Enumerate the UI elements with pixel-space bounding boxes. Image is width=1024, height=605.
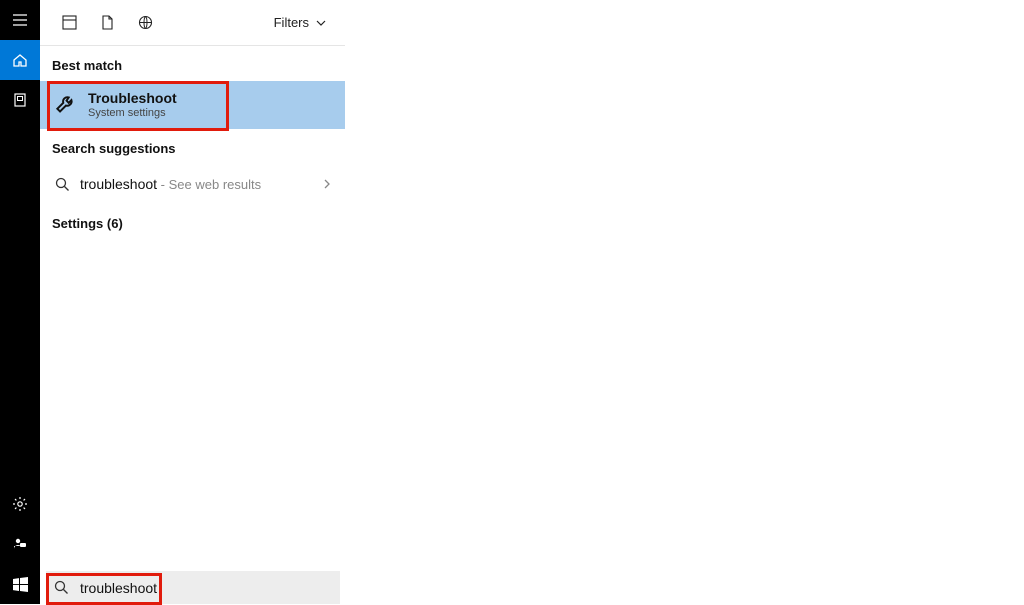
best-match-heading: Best match <box>40 46 345 81</box>
web-suggestion-row[interactable]: troubleshoot - See web results <box>40 164 345 204</box>
feedback-button[interactable] <box>0 524 40 564</box>
suggestion-tail: - See web results <box>157 177 261 192</box>
apps-filter-button[interactable] <box>50 3 88 43</box>
hamburger-icon <box>12 12 28 28</box>
document-icon <box>100 15 115 30</box>
documents-filter-button[interactable] <box>88 3 126 43</box>
cortana-left-rail <box>0 0 40 604</box>
wrench-icon <box>52 91 80 119</box>
settings-heading: Settings (6) <box>40 204 345 239</box>
windows-logo-icon <box>13 577 28 592</box>
search-suggestions-heading: Search suggestions <box>40 129 345 164</box>
apps-icon <box>62 15 77 30</box>
gear-icon <box>12 496 28 512</box>
person-chat-icon <box>12 536 28 552</box>
best-match-title: Troubleshoot <box>88 90 177 107</box>
best-match-troubleshoot[interactable]: Troubleshoot System settings <box>40 81 345 129</box>
search-icon <box>52 177 72 192</box>
panel-header: Filters <box>40 0 345 46</box>
search-input[interactable] <box>80 580 332 596</box>
home-icon <box>12 52 28 68</box>
suggestion-text: troubleshoot - See web results <box>80 176 321 192</box>
chevron-right-icon <box>321 178 333 190</box>
best-match-subtitle: System settings <box>88 107 177 120</box>
filters-dropdown[interactable]: Filters <box>274 15 335 30</box>
search-icon <box>54 580 72 595</box>
settings-button[interactable] <box>0 484 40 524</box>
start-button[interactable] <box>0 564 40 604</box>
filters-label: Filters <box>274 15 309 30</box>
globe-icon <box>138 15 153 30</box>
search-bar[interactable] <box>46 571 340 604</box>
home-button[interactable] <box>0 40 40 80</box>
web-filter-button[interactable] <box>126 3 164 43</box>
notebook-button[interactable] <box>0 80 40 120</box>
suggestion-term: troubleshoot <box>80 176 157 192</box>
menu-button[interactable] <box>0 0 40 40</box>
search-panel: Filters Best match Troubleshoot System s… <box>40 0 345 604</box>
notebook-icon <box>12 92 28 108</box>
blank-area <box>345 0 1024 604</box>
chevron-down-icon <box>315 17 327 29</box>
